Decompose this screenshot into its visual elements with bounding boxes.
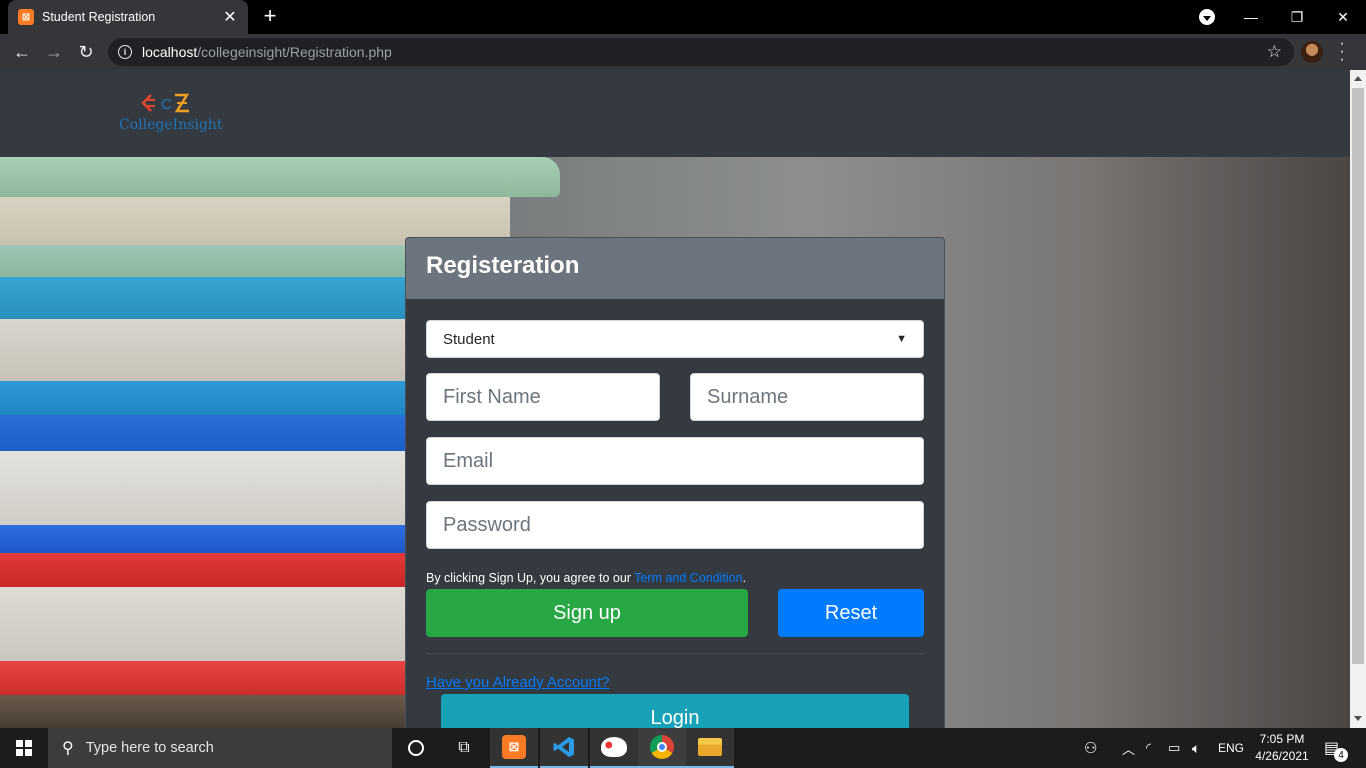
minimize-button[interactable]: —	[1228, 0, 1274, 34]
taskbar-file-explorer[interactable]	[686, 728, 734, 768]
page-title: Registeration	[426, 252, 580, 279]
clock-date: 4/26/2021	[1255, 749, 1309, 763]
paint-icon	[601, 737, 627, 757]
restore-button[interactable]: ❐	[1274, 0, 1320, 34]
page-viewport: C CollegeInsight Registeration Student ▼…	[0, 70, 1350, 728]
start-button[interactable]	[0, 728, 48, 768]
first-name-input[interactable]	[426, 373, 660, 421]
taskbar-vscode[interactable]	[540, 728, 588, 768]
tab-search-button[interactable]	[1199, 9, 1215, 25]
chevron-down-icon	[1203, 15, 1211, 21]
folder-icon	[698, 738, 722, 756]
tab-title: Student Registration	[42, 10, 156, 24]
url-path: /collegeinsight/Registration.php	[197, 44, 392, 60]
divider	[426, 653, 924, 654]
notification-center-button[interactable]: ▤ 4	[1324, 728, 1348, 768]
brand-name: CollegeInsight	[119, 117, 223, 133]
windows-taskbar: ⚲ Type here to search ⧉ ⊠ ⚇ ︿ ◜ ▭ 🔈︎ ENG…	[0, 728, 1366, 768]
scrollbar-thumb[interactable]	[1352, 88, 1364, 664]
battery-icon[interactable]: ▭	[1168, 728, 1180, 768]
notification-badge: 4	[1334, 748, 1348, 762]
browser-tabbar: ⊠ Student Registration ✕ + — ❐ ✕	[0, 0, 1366, 34]
cortana-icon	[408, 740, 424, 756]
taskbar-paint[interactable]	[590, 728, 638, 768]
taskbar-xampp[interactable]: ⊠	[490, 728, 538, 768]
close-window-button[interactable]: ✕	[1320, 0, 1366, 34]
wifi-icon[interactable]: ◜	[1146, 728, 1151, 768]
site-navbar: C CollegeInsight	[0, 70, 1350, 157]
collegeinsight-logo-icon: C	[141, 93, 190, 113]
address-bar[interactable]: i localhost /collegeinsight/Registration…	[108, 38, 1294, 66]
volume-icon[interactable]: 🔈︎	[1192, 728, 1200, 768]
close-tab-icon[interactable]: ✕	[222, 7, 238, 27]
forward-button[interactable]: →	[42, 40, 66, 64]
password-input[interactable]	[426, 501, 924, 549]
scroll-up-icon[interactable]	[1354, 76, 1362, 81]
new-tab-button[interactable]: +	[258, 4, 282, 28]
xampp-icon: ⊠	[18, 9, 34, 25]
taskbar-chrome[interactable]	[638, 728, 686, 768]
info-icon[interactable]: i	[118, 45, 132, 59]
task-view-button[interactable]: ⧉	[440, 728, 488, 768]
email-input[interactable]	[426, 437, 924, 485]
browser-toolbar: ← → ↻ i localhost /collegeinsight/Regist…	[0, 34, 1366, 70]
back-button[interactable]: ←	[10, 40, 34, 64]
terms-suffix: .	[742, 571, 747, 585]
brand-logo[interactable]: C CollegeInsight	[119, 92, 229, 136]
svg-text:C: C	[161, 96, 172, 113]
windows-logo-icon	[16, 740, 32, 756]
search-placeholder: Type here to search	[85, 740, 214, 756]
vscode-icon	[553, 737, 574, 757]
cortana-button[interactable]	[392, 728, 440, 768]
already-account-link[interactable]: Have you Already Account?	[426, 674, 609, 691]
chevron-down-icon: ▼	[896, 333, 907, 345]
login-button[interactable]: Login	[441, 694, 909, 728]
chevron-up-icon[interactable]: ︿	[1122, 728, 1135, 768]
search-icon: ⚲	[62, 740, 74, 757]
signup-button[interactable]: Sign up	[426, 589, 748, 637]
card-header: Registeration	[406, 238, 944, 299]
xampp-icon: ⊠	[502, 735, 526, 759]
task-view-icon: ⧉	[458, 739, 470, 756]
bookmark-star-icon[interactable]: ☆	[1267, 42, 1282, 62]
registration-card: Registeration Student ▼ By clicking Sign…	[405, 237, 945, 728]
browser-tab[interactable]: ⊠ Student Registration ✕	[8, 0, 248, 34]
taskbar-clock[interactable]: 7:05 PM 4/26/2021	[1252, 731, 1312, 765]
terms-text: By clicking Sign Up, you agree to our Te…	[426, 571, 746, 585]
role-selected-value: Student	[443, 330, 495, 348]
page-scrollbar[interactable]	[1350, 70, 1366, 728]
language-label: ENG	[1218, 741, 1245, 755]
reset-button[interactable]: Reset	[778, 589, 924, 637]
terms-link[interactable]: Term and Condition	[634, 571, 742, 585]
reload-button[interactable]: ↻	[74, 40, 98, 64]
taskbar-search[interactable]: ⚲ Type here to search	[48, 728, 392, 768]
surname-input[interactable]	[690, 373, 924, 421]
scroll-down-icon[interactable]	[1354, 716, 1362, 721]
menu-kebab-icon[interactable]: · · ·	[1334, 36, 1350, 68]
terms-prefix: By clicking Sign Up, you agree to our	[426, 571, 631, 585]
language-indicator[interactable]: ENG	[1218, 728, 1244, 768]
role-select[interactable]: Student ▼	[426, 320, 924, 358]
url-host: localhost	[142, 44, 198, 60]
people-icon[interactable]: ⚇	[1084, 728, 1097, 768]
clock-time: 7:05 PM	[1259, 732, 1305, 746]
chrome-icon	[650, 735, 674, 759]
profile-avatar[interactable]	[1301, 41, 1323, 63]
